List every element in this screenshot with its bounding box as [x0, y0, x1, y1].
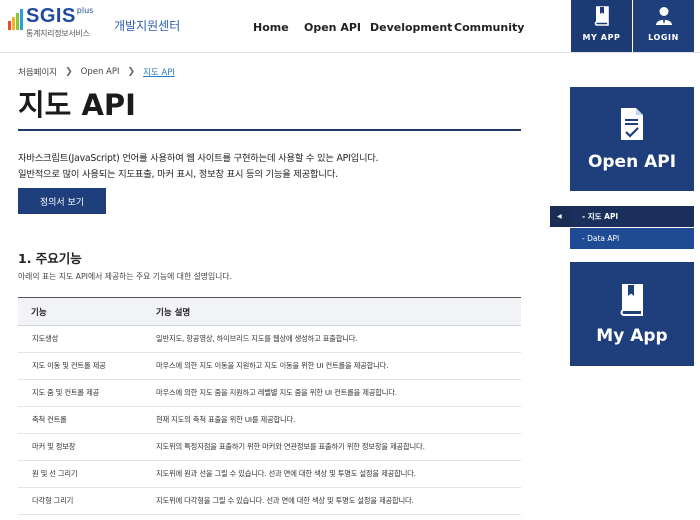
side-menu-label: - Data API	[582, 234, 620, 243]
logo-plus: plus	[76, 6, 94, 15]
book-icon	[620, 284, 643, 316]
my-app-card-label: My App	[596, 326, 668, 346]
nav-open-api[interactable]: Open API	[304, 21, 361, 34]
user-icon	[655, 7, 672, 25]
feature-cell: 지도 줌 및 컨트롤 제공	[18, 379, 154, 407]
feature-cell: 지도생성	[18, 325, 154, 353]
dev-center-title[interactable]: 개발지원센터	[114, 17, 180, 34]
description-cell: 지도위에 다각형을 그릴 수 있습니다. 선과 면에 대한 색상 및 투명도 설…	[154, 487, 521, 515]
header: SGISplus 통계지리정보서비스 개발지원센터 Home Open API …	[0, 0, 700, 53]
login-button[interactable]: LOGIN	[633, 0, 694, 52]
side-menu-label: - 지도 API	[582, 212, 619, 221]
breadcrumb-open-api[interactable]: Open API	[81, 67, 120, 77]
table-row: 지도생성 일반지도, 항공영상, 하이브리드 지도를 웹상에 생성하고 표출합니…	[18, 325, 521, 353]
column-header-description: 기능 설명	[154, 297, 521, 326]
side-menu: ◀ - 지도 API - Data API	[550, 206, 694, 249]
feature-cell: 원 및 선 그리기	[18, 460, 154, 488]
feature-cell: 축척 컨트롤	[18, 406, 154, 434]
logo-bars-icon	[8, 8, 23, 30]
breadcrumb: 처음페이지 ❯ Open API ❯ 지도 API	[18, 66, 175, 78]
section-description: 아래의 표는 지도 API에서 제공하는 주요 기능에 대한 설명입니다.	[18, 272, 232, 281]
caret-left-icon: ◀	[557, 213, 562, 220]
side-menu-item-data-api[interactable]: - Data API	[570, 228, 694, 249]
description-cell: 지도위에 원과 선을 그릴 수 있습니다. 선과 면에 대한 색상 및 투명도 …	[154, 460, 521, 488]
section-title: 1. 주요기능	[18, 251, 82, 266]
document-check-icon	[621, 108, 643, 140]
table-row: 지도 이동 및 컨트롤 제공 마우스에 의한 지도 이동을 지원하고 지도 이동…	[18, 352, 521, 380]
open-api-card[interactable]: Open API	[570, 87, 694, 191]
nav-home[interactable]: Home	[253, 21, 289, 34]
description-cell: 마우스에 의한 지도 줌을 지원하고 레벨별 지도 줌을 위한 UI 컨트롤을 …	[154, 379, 521, 407]
book-icon	[594, 6, 609, 26]
sgis-logo[interactable]: SGISplus 통계지리정보서비스	[8, 6, 93, 39]
feature-cell: 다각형 그리기	[18, 487, 154, 515]
chevron-right-icon: ❯	[65, 67, 73, 77]
view-spec-button[interactable]: 정의서 보기	[18, 188, 106, 214]
chevron-right-icon: ❯	[127, 67, 136, 77]
description-cell: 마우스에 의한 지도 이동을 지원하고 지도 이동을 위한 UI 컨트롤을 제공…	[154, 352, 521, 380]
logo-text: SGIS	[26, 5, 76, 27]
breadcrumb-home[interactable]: 처음페이지	[18, 66, 57, 78]
my-app-button[interactable]: MY APP	[571, 0, 632, 52]
my-app-card[interactable]: My App	[570, 262, 694, 366]
page-description: 자바스크립트(JavaScript) 언어를 사용하여 웹 사이트를 구현하는데…	[18, 151, 379, 183]
logo-subtitle: 통계지리정보서비스	[26, 29, 90, 38]
title-divider	[18, 129, 521, 131]
my-app-label: MY APP	[582, 33, 621, 42]
nav-development[interactable]: Development	[370, 21, 452, 34]
table-row: 다각형 그리기 지도위에 다각형을 그릴 수 있습니다. 선과 면에 대한 색상…	[18, 487, 521, 515]
page-title: 지도 API	[18, 88, 136, 122]
nav-community[interactable]: Community	[454, 21, 524, 34]
feature-table: 기능 기능 설명 지도생성 일반지도, 항공영상, 하이브리드 지도를 웹상에 …	[18, 297, 521, 515]
open-api-card-label: Open API	[587, 152, 677, 172]
table-row: 원 및 선 그리기 지도위에 원과 선을 그릴 수 있습니다. 선과 면에 대한…	[18, 460, 521, 488]
feature-cell: 지도 이동 및 컨트롤 제공	[18, 352, 154, 380]
side-menu-item-map-api[interactable]: ◀ - 지도 API	[550, 206, 694, 227]
column-header-feature: 기능	[18, 297, 154, 326]
login-label: LOGIN	[648, 33, 679, 42]
description-line: 자바스크립트(JavaScript) 언어를 사용하여 웹 사이트를 구현하는데…	[18, 153, 379, 164]
feature-cell: 마커 및 정보창	[18, 433, 154, 461]
description-line: 일반적으로 많이 사용되는 지도표출, 마커 표시, 정보창 표시 등의 기능을…	[18, 169, 338, 180]
table-row: 축척 컨트롤 현재 지도의 축척 표출을 위한 UI를 제공합니다.	[18, 406, 521, 434]
table-row: 마커 및 정보창 지도위의 특정지점을 표출하기 위한 마커와 연관정보를 표출…	[18, 433, 521, 461]
table-row: 지도 줌 및 컨트롤 제공 마우스에 의한 지도 줌을 지원하고 레벨별 지도 …	[18, 379, 521, 407]
breadcrumb-current[interactable]: 지도 API	[143, 66, 175, 78]
table-header-row: 기능 기능 설명	[18, 297, 521, 326]
description-cell: 일반지도, 항공영상, 하이브리드 지도를 웹상에 생성하고 표출합니다.	[154, 325, 521, 353]
description-cell: 현재 지도의 축척 표출을 위한 UI를 제공합니다.	[154, 406, 521, 434]
description-cell: 지도위의 특정지점을 표출하기 위한 마커와 연관정보를 표출하기 위한 정보창…	[154, 433, 521, 461]
